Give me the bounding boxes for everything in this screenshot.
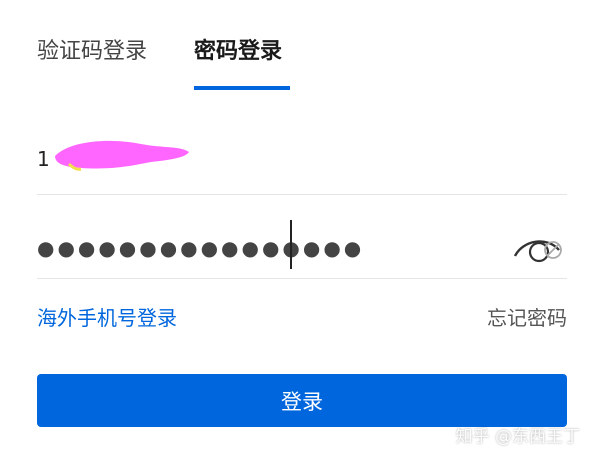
- password-masked-value: ●●●●●●●●●●●●●●●●: [37, 236, 365, 260]
- text-caret: [290, 220, 292, 269]
- tab-password-login[interactable]: 密码登录: [194, 34, 282, 70]
- eye-icon[interactable]: [513, 230, 567, 264]
- active-tab-indicator: [194, 86, 290, 90]
- phone-input[interactable]: 1: [37, 120, 567, 195]
- overseas-phone-login-link[interactable]: 海外手机号登录: [37, 302, 177, 331]
- redaction-mark: [55, 140, 189, 171]
- login-button[interactable]: 登录: [37, 374, 567, 427]
- phone-value: 1: [37, 147, 50, 171]
- login-page: 验证码登录 密码登录 1 ●●●●●●●●●●●●●●●● 海外手机号登录 忘记…: [0, 0, 600, 458]
- forgot-password-link[interactable]: 忘记密码: [487, 302, 567, 331]
- tab-sms-login[interactable]: 验证码登录: [37, 34, 147, 70]
- password-input[interactable]: ●●●●●●●●●●●●●●●●: [37, 210, 567, 279]
- watermark: 知乎 @东西王丁: [455, 427, 580, 447]
- secondary-links: 海外手机号登录 忘记密码: [37, 300, 567, 330]
